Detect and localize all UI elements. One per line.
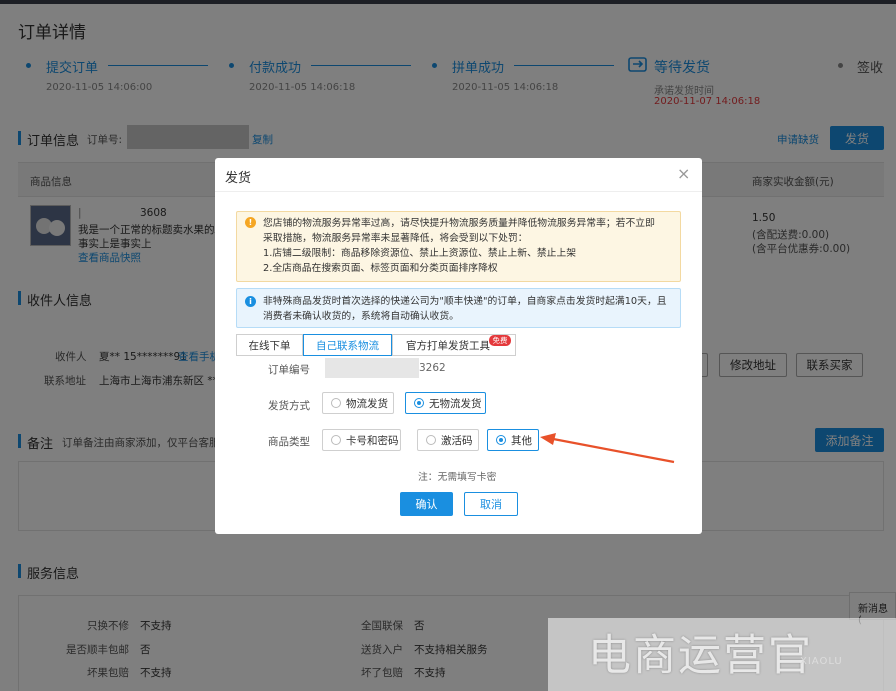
- goods-type-activation[interactable]: 激活码: [417, 429, 479, 451]
- goods-type-label: 商品类型: [268, 436, 310, 448]
- goods-type-card[interactable]: 卡号和密码: [322, 429, 401, 451]
- warning-line: 2.全店商品在搜索页面、标签页面和分类页面排序降权: [263, 263, 498, 274]
- radio-label: 物流发货: [346, 397, 388, 410]
- info-text: 非特殊商品发货时首次选择的快递公司为"顺丰快递"的订单，自商家点击发货时起满10…: [263, 294, 667, 324]
- info-box: i 非特殊商品发货时首次选择的快递公司为"顺丰快递"的订单，自商家点击发货时起满…: [236, 288, 681, 328]
- modal-divider: [215, 191, 702, 192]
- warning-line: 您店铺的物流服务异常率过高，请尽快提升物流服务质量并降低物流服务异常率；若不立即: [263, 218, 655, 229]
- order-no-value: 3262: [419, 362, 446, 374]
- warning-box: ! 您店铺的物流服务异常率过高，请尽快提升物流服务质量并降低物流服务异常率；若不…: [236, 211, 681, 282]
- tab-online-order[interactable]: 在线下单: [236, 334, 303, 356]
- arrow-annotation-icon: [540, 433, 675, 464]
- cancel-button[interactable]: 取消: [464, 492, 518, 516]
- radio-label: 激活码: [441, 434, 473, 447]
- warning-line: 采取措施，物流服务异常率未显著降低，将会受到以下处罚：: [263, 233, 528, 244]
- radio-label: 其他: [511, 434, 532, 447]
- info-line: 消费者未确认收货的，系统将自动确认收货。: [263, 311, 459, 322]
- radio-icon: [426, 435, 436, 445]
- goods-type-other[interactable]: 其他: [487, 429, 539, 451]
- warning-line: 1.店铺二级限制：商品移除资源位、禁止上资源位、禁止上新、禁止上架: [263, 248, 577, 259]
- ship-modal: 发货 × ! 您店铺的物流服务异常率过高，请尽快提升物流服务质量并降低物流服务异…: [215, 158, 702, 534]
- order-no-label: 订单编号: [268, 364, 310, 376]
- info-line: 非特殊商品发货时首次选择的快递公司为"顺丰快递"的订单，自商家点击发货时起满10…: [263, 296, 667, 307]
- no-card-note: 注：无需填写卡密: [418, 472, 497, 483]
- radio-icon: [414, 398, 424, 408]
- modal-title: 发货: [225, 171, 252, 186]
- order-no-masked: [325, 358, 419, 378]
- radio-label: 卡号和密码: [346, 434, 399, 447]
- info-icon: i: [245, 296, 256, 307]
- ship-method-label: 发货方式: [268, 400, 310, 412]
- ship-method-no-logistics[interactable]: 无物流发货: [405, 392, 486, 414]
- free-badge: 免费: [489, 335, 511, 346]
- watermark-sub: XIAOLU: [800, 656, 843, 667]
- warning-icon: !: [245, 217, 256, 228]
- close-icon[interactable]: ×: [677, 164, 690, 183]
- radio-icon: [331, 398, 341, 408]
- radio-icon: [496, 435, 506, 445]
- warning-text: 您店铺的物流服务异常率过高，请尽快提升物流服务质量并降低物流服务异常率；若不立即…: [263, 216, 655, 276]
- ship-method-logistics[interactable]: 物流发货: [322, 392, 394, 414]
- radio-label: 无物流发货: [429, 397, 482, 410]
- radio-icon: [331, 435, 341, 445]
- confirm-button[interactable]: 确认: [400, 492, 453, 516]
- tab-self-logistics[interactable]: 自己联系物流: [303, 334, 392, 356]
- watermark-text: 电商运营官: [588, 631, 813, 681]
